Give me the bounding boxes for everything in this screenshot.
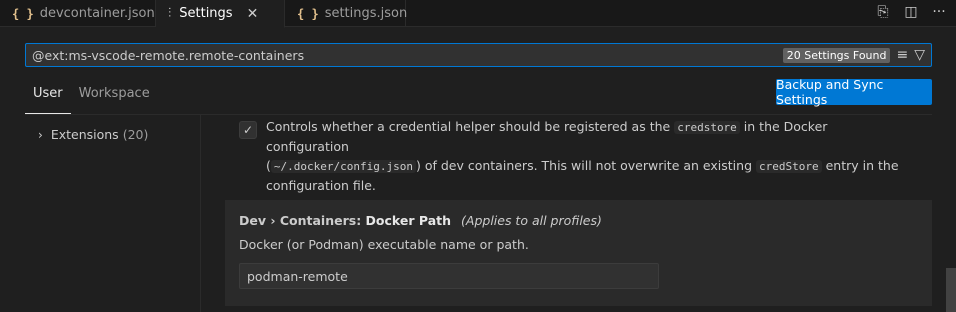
desc-text: entry in the [825,158,899,173]
tab-label: settings.json [324,6,408,21]
editor-actions: ⎘ ◫ ··· [874,0,948,24]
toc-item-extensions[interactable]: › Extensions (20) [38,127,148,142]
open-settings-json-icon[interactable]: ⎘ [874,4,892,20]
scrollbar-thumb[interactable] [946,268,956,312]
json-braces-icon: { } [12,6,34,21]
filter-icon[interactable]: ▽ [914,47,925,63]
tab-workspace[interactable]: Workspace [71,80,158,114]
credential-helper-description: Controls whether a credential helper sho… [266,117,906,195]
close-icon[interactable]: ✕ [247,6,259,22]
search-query[interactable]: @ext:ms-vscode-remote.remote-containers [26,48,783,63]
toc-label: Extensions [50,127,119,142]
tab-devcontainer-json[interactable]: { } devcontainer.json [0,0,156,27]
tab-settings[interactable]: ⫶ Settings ✕ [156,0,285,28]
setting-description: Docker (or Podman) executable name or pa… [239,237,529,252]
tab-label: devcontainer.json [39,6,155,21]
clear-filter-icon[interactable]: ≡ [896,47,908,63]
credential-helper-checkbox[interactable]: ✓ [239,121,257,139]
settings-scope-tabs: User Workspace [25,80,158,114]
chevron-right-icon: › [38,127,43,142]
more-actions-icon[interactable]: ··· [930,4,948,20]
desc-text: Controls whether a credential helper sho… [266,119,671,134]
setting-name: Docker Path [365,213,452,228]
split-editor-icon[interactable]: ◫ [902,4,920,20]
json-braces-icon: { } [297,6,319,21]
tab-user[interactable]: User [25,80,71,114]
docker-path-input[interactable]: podman-remote [239,263,659,289]
setting-title: Dev › Containers: Docker Path (Applies t… [239,213,602,228]
inline-code: ~/.docker/config.json [270,160,416,173]
results-count-badge: 20 Settings Found [782,47,891,63]
backup-sync-button[interactable]: Backup and Sync Settings [776,77,932,107]
inline-code: credStore [756,160,822,173]
editor-tab-bar: { } devcontainer.json ⫶ Settings ✕ { } s… [0,0,956,28]
setting-scope-note: (Applies to all profiles) [461,213,602,228]
divider [25,114,932,115]
setting-category: Dev › Containers: [239,213,366,228]
desc-text: ) of dev containers. This will not overw… [415,158,753,173]
check-icon: ✓ [242,123,254,137]
inline-code: credstore [674,121,740,134]
toc-count: (20) [122,127,149,142]
tab-label: Settings [179,6,233,21]
settings-sliders-icon: ⫶ [168,6,172,21]
tab-settings-json[interactable]: { } settings.json [285,0,408,27]
desc-text: configuration file. [266,178,376,193]
settings-search-input[interactable]: @ext:ms-vscode-remote.remote-containers … [25,43,932,67]
toc-divider [200,115,201,312]
